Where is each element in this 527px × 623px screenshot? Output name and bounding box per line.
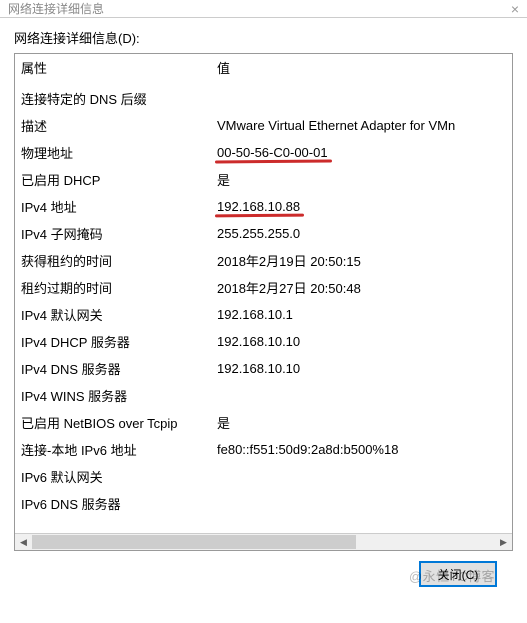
value-cell: 是 xyxy=(211,166,512,193)
scroll-track[interactable] xyxy=(32,534,495,550)
property-cell: IPv4 地址 xyxy=(15,193,211,220)
details-label: 网络连接详细信息(D): xyxy=(14,28,513,47)
table-row[interactable]: 租约过期的时间2018年2月27日 20:50:48 xyxy=(15,274,512,301)
property-cell: IPv4 DHCP 服务器 xyxy=(15,328,211,355)
value-cell xyxy=(211,490,512,517)
table-row[interactable]: IPv4 DNS 服务器192.168.10.10 xyxy=(15,355,512,382)
value-cell: 00-50-56-C0-00-01 xyxy=(211,139,512,166)
property-cell: 连接特定的 DNS 后缀 xyxy=(15,85,211,112)
value-cell: 192.168.10.10 xyxy=(211,355,512,382)
col-header-property[interactable]: 属性 xyxy=(15,54,211,85)
table-row[interactable]: IPv4 默认网关192.168.10.1 xyxy=(15,301,512,328)
property-cell: IPv6 默认网关 xyxy=(15,463,211,490)
property-cell: 物理地址 xyxy=(15,139,211,166)
property-cell: 描述 xyxy=(15,112,211,139)
property-cell: IPv4 DNS 服务器 xyxy=(15,355,211,382)
details-table: 属性 值 连接特定的 DNS 后缀描述VMware Virtual Ethern… xyxy=(15,54,512,517)
property-cell: IPv4 子网掩码 xyxy=(15,220,211,247)
table-row[interactable]: 连接特定的 DNS 后缀 xyxy=(15,85,512,112)
property-cell: 连接-本地 IPv6 地址 xyxy=(15,436,211,463)
scroll-thumb[interactable] xyxy=(32,535,356,549)
property-cell: 获得租约的时间 xyxy=(15,247,211,274)
property-cell: IPv6 DNS 服务器 xyxy=(15,490,211,517)
dialog-footer: 关闭(C) @永恒TC博客 xyxy=(14,551,513,587)
property-cell: IPv4 WINS 服务器 xyxy=(15,382,211,409)
value-cell: 192.168.10.88 xyxy=(211,193,512,220)
close-icon[interactable]: × xyxy=(511,1,519,17)
details-frame: 属性 值 连接特定的 DNS 后缀描述VMware Virtual Ethern… xyxy=(14,53,513,551)
value-cell: 255.255.255.0 xyxy=(211,220,512,247)
scroll-right-icon[interactable]: ▶ xyxy=(495,534,512,550)
table-row[interactable]: IPv6 DNS 服务器 xyxy=(15,490,512,517)
table-row[interactable]: IPv4 地址192.168.10.88 xyxy=(15,193,512,220)
dialog-title: 网络连接详细信息 xyxy=(8,0,104,17)
value-cell xyxy=(211,463,512,490)
scroll-left-icon[interactable]: ◀ xyxy=(15,534,32,550)
horizontal-scrollbar[interactable]: ◀ ▶ xyxy=(15,533,512,550)
details-table-wrap: 属性 值 连接特定的 DNS 后缀描述VMware Virtual Ethern… xyxy=(15,54,512,533)
value-cell: 192.168.10.1 xyxy=(211,301,512,328)
property-cell: IPv4 默认网关 xyxy=(15,301,211,328)
table-row[interactable]: IPv4 WINS 服务器 xyxy=(15,382,512,409)
dialog-titlebar: 网络连接详细信息 × xyxy=(0,0,527,18)
value-cell xyxy=(211,382,512,409)
value-cell: fe80::f551:50d9:2a8d:b500%18 xyxy=(211,436,512,463)
value-cell xyxy=(211,85,512,112)
table-row[interactable]: IPv4 DHCP 服务器192.168.10.10 xyxy=(15,328,512,355)
value-cell: 2018年2月19日 20:50:15 xyxy=(211,247,512,274)
value-cell: 192.168.10.10 xyxy=(211,328,512,355)
table-row[interactable]: 已启用 DHCP是 xyxy=(15,166,512,193)
dialog-content: 网络连接详细信息(D): 属性 值 连接特定的 DNS 后缀描述VMware V… xyxy=(0,18,527,593)
property-cell: 已启用 DHCP xyxy=(15,166,211,193)
value-cell: VMware Virtual Ethernet Adapter for VMn xyxy=(211,112,512,139)
table-row[interactable]: 描述VMware Virtual Ethernet Adapter for VM… xyxy=(15,112,512,139)
table-row[interactable]: 已启用 NetBIOS over Tcpip是 xyxy=(15,409,512,436)
value-cell: 是 xyxy=(211,409,512,436)
table-row[interactable]: 获得租约的时间2018年2月19日 20:50:15 xyxy=(15,247,512,274)
value-cell: 2018年2月27日 20:50:48 xyxy=(211,274,512,301)
close-button[interactable]: 关闭(C) xyxy=(419,561,497,587)
table-row[interactable]: IPv4 子网掩码255.255.255.0 xyxy=(15,220,512,247)
table-row[interactable]: 连接-本地 IPv6 地址fe80::f551:50d9:2a8d:b500%1… xyxy=(15,436,512,463)
table-row[interactable]: IPv6 默认网关 xyxy=(15,463,512,490)
col-header-value[interactable]: 值 xyxy=(211,54,512,85)
table-row[interactable]: 物理地址00-50-56-C0-00-01 xyxy=(15,139,512,166)
property-cell: 租约过期的时间 xyxy=(15,274,211,301)
property-cell: 已启用 NetBIOS over Tcpip xyxy=(15,409,211,436)
